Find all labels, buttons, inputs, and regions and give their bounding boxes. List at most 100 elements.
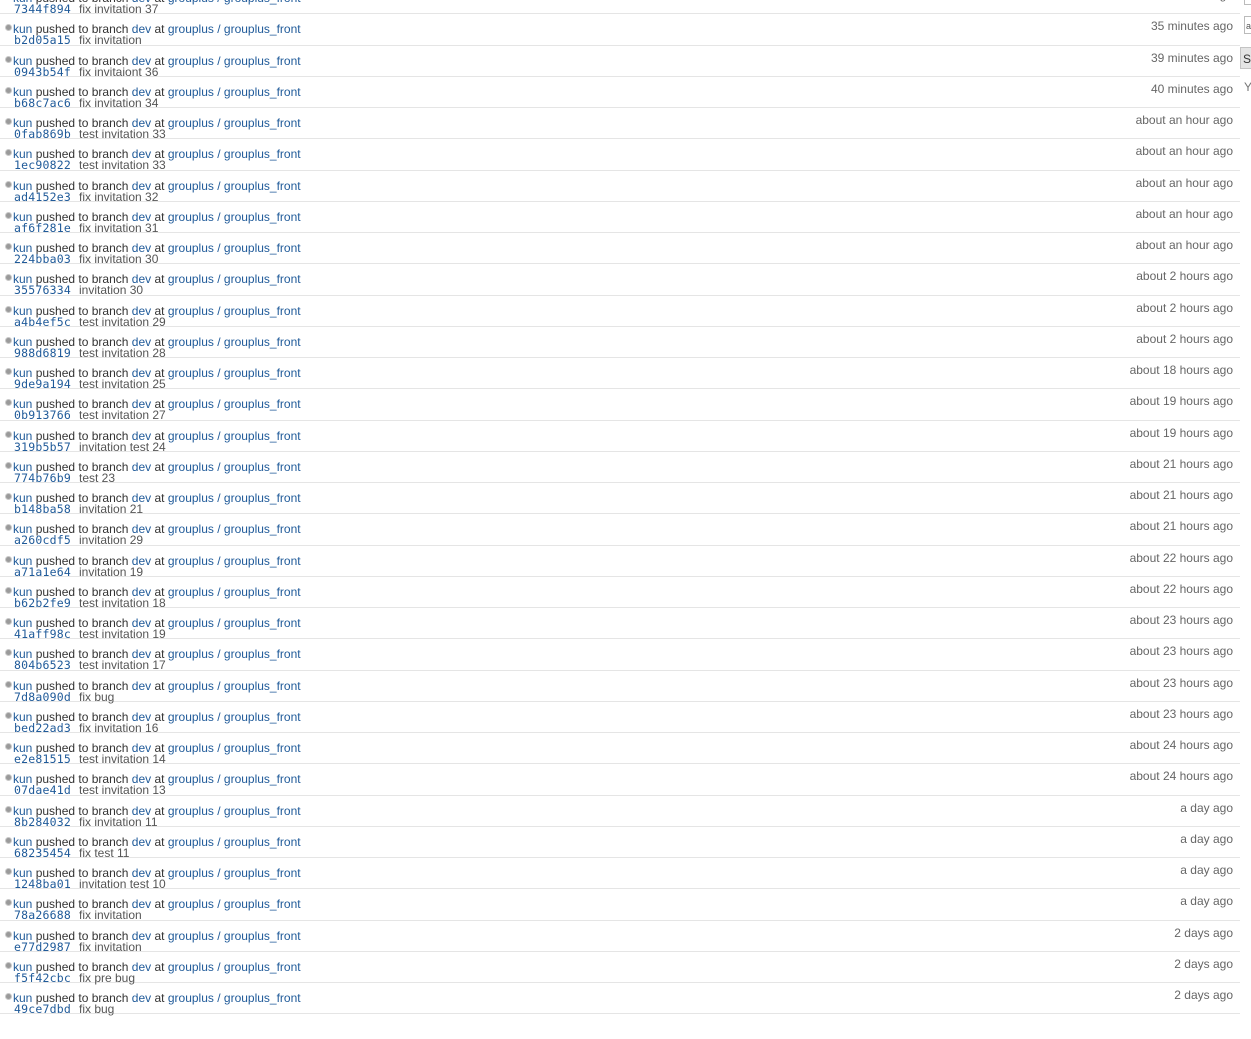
project-link[interactable]: grouplus / grouplus_front (168, 804, 301, 818)
avatar[interactable] (5, 586, 12, 594)
project-link[interactable]: grouplus / grouplus_front (168, 397, 301, 411)
event-time: about 18 hours ago (1129, 363, 1233, 377)
project-link[interactable]: grouplus / grouplus_front (168, 491, 301, 505)
avatar[interactable] (5, 555, 12, 563)
event-time: about 2 hours ago (1136, 331, 1233, 346)
project-link[interactable]: grouplus / grouplus_front (168, 960, 301, 974)
project-link[interactable]: grouplus / grouplus_front (168, 179, 301, 193)
avatar[interactable] (5, 993, 12, 1000)
event-time: about 2 hours ago (1136, 300, 1233, 315)
project-link[interactable]: grouplus / grouplus_front (168, 85, 301, 99)
branch-link[interactable]: dev (132, 991, 151, 1005)
project-link[interactable]: grouplus / grouplus_front (168, 585, 301, 599)
branch-link[interactable]: dev (132, 460, 151, 474)
project-link[interactable]: grouplus / grouplus_front (168, 210, 301, 224)
project-link[interactable]: grouplus / grouplus_front (168, 272, 301, 286)
avatar[interactable] (5, 399, 12, 407)
event-preposition: at (154, 22, 165, 37)
avatar[interactable] (5, 274, 12, 282)
event-item: kun pushed to branch dev at grouplus / g… (0, 421, 1240, 453)
project-link[interactable]: grouplus / grouplus_front (168, 0, 301, 5)
event-preposition: at (154, 959, 165, 974)
sidebar-fragment-top[interactable] (1244, 0, 1251, 5)
avatar[interactable] (5, 118, 12, 125)
avatar[interactable] (5, 211, 12, 219)
event-item: kun pushed to branch dev at grouplus / g… (0, 671, 1240, 703)
project-link[interactable]: grouplus / grouplus_front (168, 616, 301, 630)
project-link[interactable]: grouplus / grouplus_front (168, 460, 301, 474)
avatar[interactable] (5, 899, 12, 907)
avatar[interactable] (5, 805, 12, 813)
avatar[interactable] (5, 24, 12, 32)
project-link[interactable]: grouplus / grouplus_front (168, 835, 301, 849)
event-time: about 19 hours ago (1129, 394, 1233, 409)
avatar[interactable] (5, 868, 12, 875)
event-time: a day ago (1180, 894, 1233, 909)
event-preposition: at (154, 991, 165, 1005)
avatar[interactable] (5, 243, 12, 250)
project-link[interactable]: grouplus / grouplus_front (168, 772, 301, 786)
sidebar-button-fragment[interactable]: S (1240, 47, 1251, 69)
avatar[interactable] (5, 930, 12, 938)
event-time: about an hour ago (1135, 175, 1233, 190)
avatar[interactable] (5, 493, 12, 500)
project-link[interactable]: grouplus / grouplus_front (168, 897, 301, 911)
project-link[interactable]: grouplus / grouplus_front (168, 522, 301, 536)
avatar[interactable] (5, 180, 12, 188)
project-link[interactable]: grouplus / grouplus_front (168, 929, 301, 943)
avatar[interactable] (5, 711, 12, 719)
event-item: kun pushed to branch dev at grouplus / g… (0, 733, 1240, 766)
avatar[interactable] (5, 649, 12, 657)
project-link[interactable]: grouplus / grouplus_front (168, 710, 301, 724)
event-time: about 21 hours ago (1129, 488, 1233, 502)
avatar[interactable] (5, 836, 12, 844)
sidebar-select-fragment[interactable]: a (1244, 16, 1251, 34)
project-link[interactable]: grouplus / grouplus_front (168, 991, 301, 1005)
avatar[interactable] (5, 524, 12, 532)
avatar[interactable] (5, 55, 12, 63)
event-item: kun pushed to branch dev at grouplus / g… (0, 327, 1240, 359)
project-link[interactable]: grouplus / grouplus_front (168, 116, 301, 130)
project-link[interactable]: grouplus / grouplus_front (168, 866, 301, 880)
branch-link[interactable]: dev (132, 835, 151, 849)
project-link[interactable]: grouplus / grouplus_front (168, 429, 301, 443)
project-link[interactable]: grouplus / grouplus_front (168, 304, 301, 318)
avatar[interactable] (5, 430, 12, 438)
event-time: 2 days ago (1174, 925, 1233, 940)
project-link[interactable]: grouplus / grouplus_front (168, 54, 301, 68)
event-time: a day ago (1180, 800, 1233, 815)
project-link[interactable]: grouplus / grouplus_front (168, 554, 301, 568)
avatar[interactable] (5, 680, 12, 688)
avatar[interactable] (5, 743, 12, 750)
avatar[interactable] (5, 305, 12, 313)
event-time: about an hour ago (1135, 238, 1233, 252)
commit-sha-link[interactable]: 49ce7dbd (14, 1002, 71, 1016)
project-link[interactable]: grouplus / grouplus_front (168, 147, 301, 161)
sidebar-select-label: a (1246, 21, 1251, 31)
project-link[interactable]: grouplus / grouplus_front (168, 647, 301, 661)
event-item: kun pushed to branch dev at grouplus / g… (0, 14, 1240, 47)
event-preposition: at (154, 522, 165, 537)
event-item: kun pushed to branch dev at grouplus / g… (0, 171, 1240, 203)
event-item: kun pushed to branch dev at grouplus / g… (0, 983, 1240, 1016)
avatar[interactable] (5, 774, 12, 782)
avatar[interactable] (5, 961, 12, 969)
project-link[interactable]: grouplus / grouplus_front (168, 741, 301, 755)
avatar[interactable] (5, 368, 12, 375)
avatar[interactable] (5, 149, 12, 157)
event-item: kun pushed to branch dev at grouplus / g… (0, 264, 1240, 297)
avatar[interactable] (5, 461, 12, 469)
project-link[interactable]: grouplus / grouplus_front (168, 241, 301, 255)
avatar[interactable] (5, 336, 12, 344)
event-preposition: at (154, 678, 165, 693)
project-link[interactable]: grouplus / grouplus_front (168, 366, 301, 380)
avatar[interactable] (5, 86, 12, 94)
project-link[interactable]: grouplus / grouplus_front (168, 679, 301, 693)
project-link[interactable]: grouplus / grouplus_front (168, 335, 301, 349)
event-item: kun pushed to branch dev at grouplus / g… (0, 764, 1240, 797)
branch-link[interactable]: dev (132, 679, 151, 693)
event-time: about 22 hours ago (1129, 581, 1233, 596)
event-time: 35 minutes ago (1150, 19, 1233, 34)
project-link[interactable]: grouplus / grouplus_front (168, 22, 301, 36)
avatar[interactable] (5, 618, 12, 625)
